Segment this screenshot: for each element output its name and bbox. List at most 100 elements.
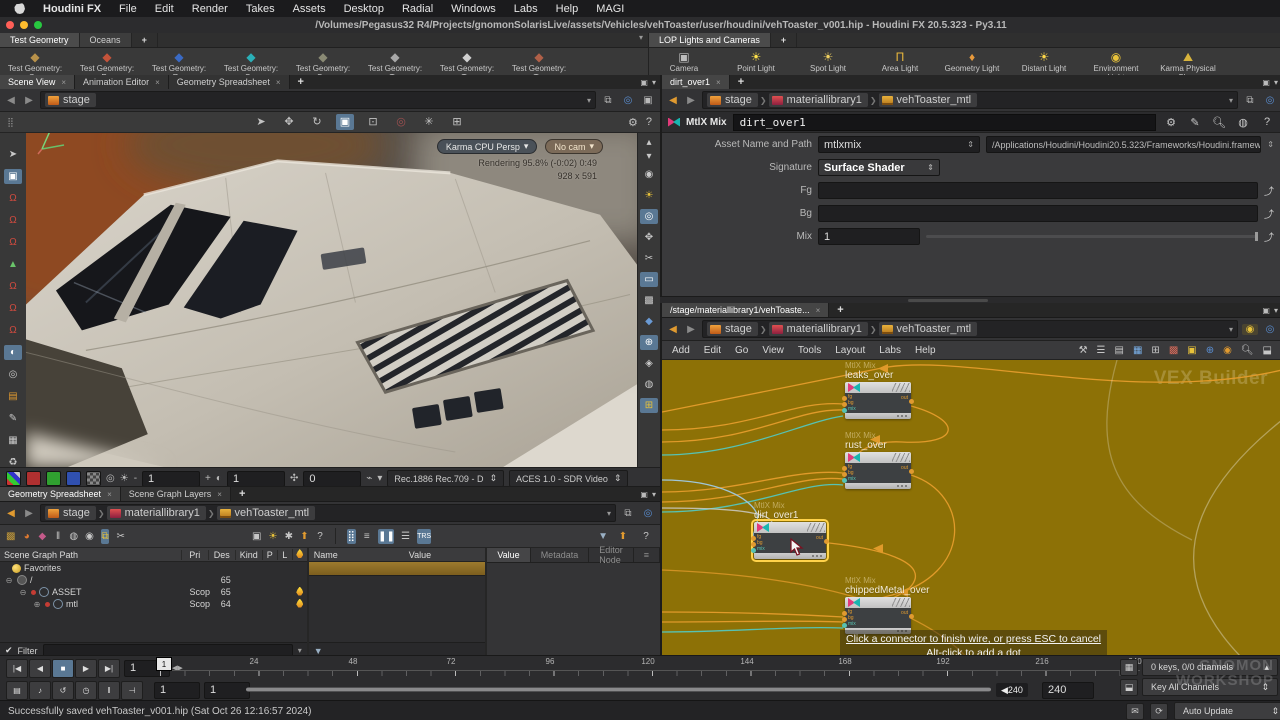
snowflake-freeze-icon[interactable]: ✳ — [420, 114, 438, 130]
pane-maximize-icon[interactable]: ▣ — [640, 490, 648, 499]
snap-magnet-icon[interactable]: Ω — [4, 323, 22, 338]
output-pin-out[interactable] — [909, 399, 914, 404]
scroll-up-icon[interactable]: ▴ — [640, 139, 658, 147]
range-end-field[interactable]: 240 — [1042, 682, 1094, 699]
node-leaks-over[interactable]: MtlX Mix leaks_over fg bg mix out — [845, 361, 911, 419]
add-pane-tab-button[interactable]: + — [231, 487, 253, 501]
play-forward-button[interactable]: ▶ — [75, 659, 97, 678]
shelf-tool-geometry-light[interactable]: ♦Geometry Light — [941, 50, 1003, 74]
info-circle-icon[interactable]: ◍ — [69, 529, 78, 544]
nav-forward-icon[interactable]: ▶ — [684, 95, 698, 106]
search-icon[interactable]: 🔍︎ — [1241, 345, 1254, 356]
box-select-icon[interactable]: ⊡ — [364, 114, 382, 130]
scene-graph-path-field[interactable]: stage ❯ materiallibrary1 ❯ vehToaster_mt… — [40, 504, 616, 522]
layout-geometry-icon[interactable]: ▦ — [4, 433, 22, 448]
pane-menu-icon[interactable]: ▾ — [1274, 78, 1278, 87]
help-icon[interactable]: ? — [646, 116, 652, 129]
flat-view-mode-icon[interactable]: ☰ — [401, 529, 410, 544]
headlight-icon[interactable]: ☀ — [640, 188, 658, 203]
view-current-icon[interactable]: ◐ — [4, 345, 22, 360]
grid-overlay-icon[interactable]: ⊞ — [640, 398, 658, 413]
input-pin-fg[interactable] — [842, 611, 847, 616]
pin-pane-icon[interactable]: ⧉ — [620, 508, 636, 519]
menu-houdini-fx[interactable]: Houdini FX — [43, 3, 101, 15]
flame-icon[interactable] — [296, 587, 303, 596]
real-time-toggle-icon[interactable]: ▤ — [6, 681, 28, 700]
snap-multi-icon[interactable]: ▲ — [4, 257, 22, 272]
go-to-end-button[interactable]: ▶| — [98, 659, 120, 678]
nav-back-icon[interactable]: ◀ — [666, 324, 680, 335]
input-pin-bg[interactable] — [842, 617, 847, 622]
color-picker-icon[interactable]: ◎ — [106, 473, 115, 484]
mix-input[interactable]: 1 — [818, 228, 920, 245]
col-p[interactable]: P — [262, 550, 277, 560]
tone-curve-icon[interactable]: ⌁ — [366, 473, 372, 484]
close-tab-icon[interactable]: × — [276, 78, 281, 87]
input-pin-mix[interactable] — [842, 623, 847, 628]
follow-target-icon[interactable]: ◎ — [1262, 324, 1278, 335]
shelf-tab-oceans[interactable]: Oceans — [80, 33, 132, 47]
menu-help[interactable]: Help — [915, 345, 936, 356]
snap-orientation-icon[interactable]: Ω — [4, 191, 22, 206]
menu-desktop[interactable]: Desktop — [344, 3, 384, 15]
select-arrow-icon[interactable]: ➤ — [4, 147, 22, 162]
export-icon[interactable]: ⬆ — [615, 529, 631, 544]
stop-button[interactable]: ■ — [52, 659, 74, 678]
tree-row-favorites[interactable]: Favorites — [0, 562, 307, 574]
material-palette-icon[interactable]: ▤ — [4, 389, 22, 404]
blue-channel-icon[interactable] — [66, 471, 81, 486]
snapshot-icon[interactable]: ◍ — [640, 377, 658, 392]
output-pin-out[interactable] — [824, 539, 829, 544]
drag-handle-icon[interactable]: ⣿ — [0, 117, 22, 128]
shelf-menu-arrow-icon[interactable]: ▾ — [634, 33, 648, 47]
shelf-add-tab-button[interactable]: + — [132, 33, 158, 47]
split-link-icon[interactable]: ✂ — [116, 529, 125, 544]
close-tab-icon[interactable]: × — [107, 490, 112, 499]
asset-path-field[interactable]: /Applications/Houdini/Houdini20.5.323/Fr… — [986, 136, 1261, 153]
node-flags-stripes[interactable] — [892, 383, 910, 392]
menu-takes[interactable]: Takes — [246, 3, 275, 15]
node-flags-stripes[interactable] — [892, 453, 910, 462]
fg-input[interactable] — [818, 182, 1258, 199]
close-tab-icon[interactable]: × — [155, 78, 160, 87]
red-channel-icon[interactable] — [26, 471, 41, 486]
breadcrumb-materiallibrary[interactable]: materiallibrary1 — [107, 506, 206, 520]
input-pin-mix[interactable] — [842, 478, 847, 483]
breadcrumb-materiallibrary[interactable]: materiallibrary1 — [769, 93, 868, 107]
go-to-start-button[interactable]: |◀ — [6, 659, 28, 678]
fg-node-chooser-icon[interactable]: ⤴ — [1264, 183, 1274, 198]
shelf-add-tab-button[interactable]: + — [771, 33, 797, 47]
tick-display-icon[interactable]: ‖ — [98, 681, 120, 700]
menu-magi[interactable]: MAGI — [596, 3, 624, 15]
path-dropdown-icon[interactable]: ▾ — [1229, 325, 1233, 334]
filter-funnel-icon[interactable]: ▼ — [314, 646, 323, 656]
display-options-gear-icon[interactable]: ⚙ — [628, 116, 638, 129]
menu-labs[interactable]: Labs — [879, 345, 901, 356]
mix-slider[interactable] — [926, 229, 1258, 244]
path-dropdown-icon[interactable]: ▾ — [607, 509, 611, 518]
menu-tools[interactable]: Tools — [798, 345, 821, 356]
tab-scene-graph-layers[interactable]: Scene Graph Layers× — [121, 487, 231, 501]
alpha-channel-icon[interactable] — [86, 471, 101, 486]
close-window-button[interactable] — [6, 21, 14, 29]
linked-pane-icon[interactable]: ▣ — [640, 95, 656, 106]
help-icon[interactable]: ? — [316, 529, 325, 544]
col-name[interactable]: Name — [309, 550, 409, 560]
input-pin-bg[interactable] — [842, 402, 847, 407]
add-pane-tab-button[interactable]: + — [730, 75, 752, 89]
geometry-display-icon[interactable]: ◆ — [640, 314, 658, 329]
menu-radial[interactable]: Radial — [402, 3, 433, 15]
settings-star-icon[interactable]: ✱ — [284, 529, 293, 544]
fan-shading-icon[interactable]: ✥ — [640, 230, 658, 245]
filter-dropdown-icon[interactable]: ▾ — [298, 646, 302, 655]
tab-animation-editor[interactable]: Animation Editor× — [75, 75, 169, 89]
menu-file[interactable]: File — [119, 3, 137, 15]
col-pri[interactable]: Pri — [181, 550, 208, 560]
close-tab-icon[interactable]: × — [816, 306, 821, 315]
filter-funnel-icon[interactable]: ▼ — [598, 529, 608, 544]
keyframe-set-icon[interactable]: ⬓ — [1120, 679, 1138, 696]
shelf-tab-test-geometry[interactable]: Test Geometry — [0, 33, 80, 47]
tree-view-mode-icon[interactable]: ⣿ — [347, 529, 356, 544]
path-dropdown-icon[interactable]: ▾ — [587, 96, 591, 105]
shelf-tool-spot-light[interactable]: ☀Spot Light — [797, 50, 859, 74]
